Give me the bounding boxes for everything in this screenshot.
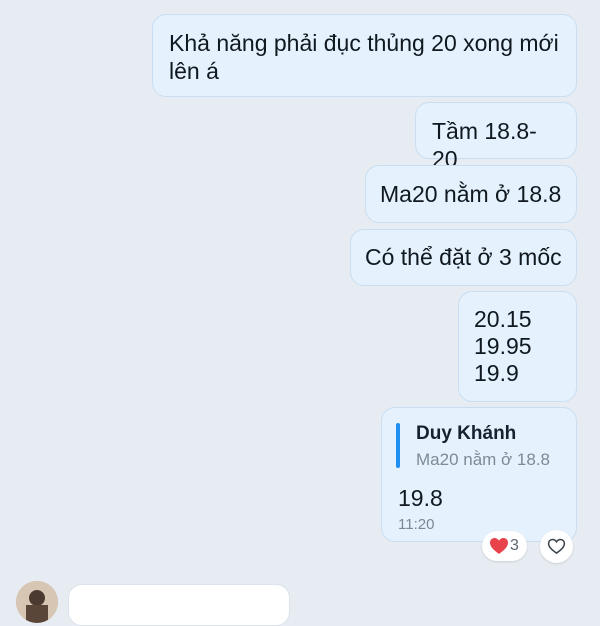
- outgoing-message[interactable]: Tầm 18.8-20: [415, 102, 577, 172]
- message-text: 20.15 19.95 19.9: [474, 306, 532, 386]
- avatar[interactable]: [16, 581, 58, 623]
- reaction-count: 3: [510, 537, 519, 554]
- outgoing-message[interactable]: Khả năng phải đục thủng 20 xong mới lên …: [152, 14, 577, 97]
- message-text: 19.8: [398, 485, 443, 511]
- incoming-message[interactable]: [68, 584, 290, 626]
- outgoing-message[interactable]: 20.15 19.95 19.9: [458, 291, 577, 402]
- outgoing-message[interactable]: Ma20 nằm ở 18.8: [365, 165, 577, 223]
- message-text: Khả năng phải đục thủng 20 xong mới lên …: [169, 30, 559, 84]
- message-text: Ma20 nằm ở 18.8: [380, 181, 562, 207]
- quote-text: Ma20 nằm ở 18.8: [416, 450, 550, 469]
- quote-bar: [396, 423, 400, 468]
- message-text: Có thể đặt ở 3 mốc: [365, 244, 562, 270]
- chat-messages-area: Khả năng phải đục thủng 20 xong mới lên …: [0, 0, 600, 626]
- heart-outline-icon: [547, 538, 566, 555]
- reaction-summary[interactable]: 3: [482, 531, 527, 561]
- quoted-message[interactable]: Duy Khánh Ma20 nằm ở 18.8: [396, 421, 566, 471]
- quote-author: Duy Khánh: [416, 423, 517, 444]
- reply-message[interactable]: Duy Khánh Ma20 nằm ở 18.8 19.8 11:20: [381, 407, 577, 542]
- outgoing-message[interactable]: Có thể đặt ở 3 mốc: [350, 229, 577, 286]
- heart-icon: [489, 537, 509, 555]
- add-reaction-button[interactable]: [540, 530, 573, 563]
- message-timestamp: 11:20: [398, 516, 435, 533]
